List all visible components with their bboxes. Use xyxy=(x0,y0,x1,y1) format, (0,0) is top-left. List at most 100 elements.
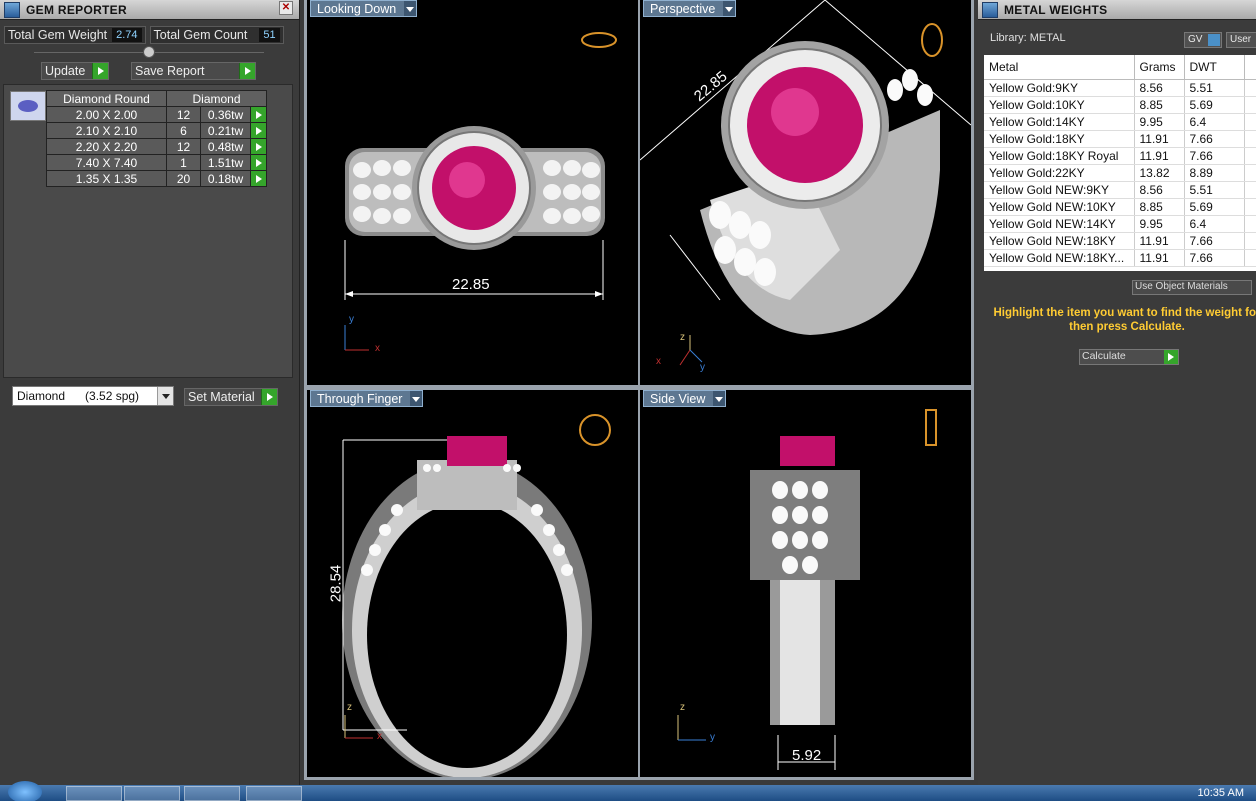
table-row[interactable]: Yellow Gold:9KY 8.56 5.51 xyxy=(984,79,1256,97)
metal-dwt: 8.89 xyxy=(1184,164,1245,182)
table-cell-empty xyxy=(1244,181,1256,199)
metal-name: Yellow Gold:22KY xyxy=(984,164,1135,182)
column-dwt[interactable]: DWT xyxy=(1184,55,1245,80)
table-row[interactable]: Yellow Gold:18KY Royal 11.91 7.66 xyxy=(984,147,1256,165)
calculate-button[interactable]: Calculate xyxy=(1079,349,1179,365)
table-row[interactable]: Yellow Gold NEW:18KY 11.91 7.66 xyxy=(984,232,1256,250)
use-object-materials-button[interactable]: Use Object Materials xyxy=(1132,280,1252,295)
chevron-down-icon[interactable] xyxy=(404,1,417,16)
tab-side-view[interactable]: Side View xyxy=(643,390,727,407)
table-cell-empty xyxy=(1244,249,1256,267)
gem-table-header: Diamond Round Diamond xyxy=(46,90,267,107)
gv-toggle[interactable]: GV xyxy=(1184,32,1222,48)
chevron-down-icon[interactable] xyxy=(723,1,736,16)
metal-grams: 9.95 xyxy=(1134,215,1185,233)
table-row[interactable]: Yellow Gold:18KY 11.91 7.66 xyxy=(984,130,1256,148)
play-icon[interactable] xyxy=(250,138,267,155)
tab-through-finger[interactable]: Through Finger xyxy=(310,390,424,407)
table-row[interactable]: Yellow Gold:22KY 13.82 8.89 xyxy=(984,164,1256,182)
taskbar-item-folder[interactable] xyxy=(124,786,180,801)
material-select-value: Diamond (3.52 spg) xyxy=(17,389,140,403)
viewport-grid: Looking Down 22.85 y x Perspective 22.85… xyxy=(304,0,974,780)
taskbar-item-app[interactable] xyxy=(184,786,240,801)
total-gem-weight-label: Total Gem Weight xyxy=(8,28,108,42)
metal-dwt: 7.66 xyxy=(1184,147,1245,165)
play-icon[interactable] xyxy=(250,122,267,139)
column-metal[interactable]: Metal xyxy=(984,55,1135,80)
viewport-perspective[interactable]: Perspective 22.85 x z y xyxy=(640,0,971,385)
table-row[interactable]: Yellow Gold NEW:14KY 9.95 6.4 xyxy=(984,215,1256,233)
axis-z-label: z xyxy=(347,702,352,713)
axis-y-label: y xyxy=(700,362,705,373)
gem-size: 2.20 X 2.20 xyxy=(46,138,167,155)
metal-table-header: Metal Grams DWT xyxy=(984,55,1256,80)
metal-name: Yellow Gold NEW:9KY xyxy=(984,181,1135,199)
save-report-button[interactable]: Save Report xyxy=(131,62,256,80)
table-row[interactable]: Yellow Gold NEW:18KY... 11.91 7.66 xyxy=(984,249,1256,267)
metal-grams: 11.91 xyxy=(1134,232,1185,250)
metal-dwt: 7.66 xyxy=(1184,130,1245,148)
viewport-looking-down[interactable]: Looking Down 22.85 y x xyxy=(307,0,638,385)
viewport-label: Side View xyxy=(650,392,706,406)
gem-reporter-title: GEM REPORTER xyxy=(26,2,127,17)
metal-table-container[interactable]: Metal Grams DWT Yellow Gold:9KY 8.56 5.51 … xyxy=(984,55,1256,271)
metal-dwt: 5.51 xyxy=(1184,181,1245,199)
tab-looking-down[interactable]: Looking Down xyxy=(310,0,418,17)
start-button[interactable] xyxy=(8,781,42,801)
table-row[interactable]: Yellow Gold NEW:9KY 8.56 5.51 xyxy=(984,181,1256,199)
gem-slider-handle[interactable] xyxy=(143,46,155,58)
axis-x-label: x xyxy=(375,343,380,354)
metal-weights-panel: METAL WEIGHTS Library: METAL GV User Met… xyxy=(978,0,1256,785)
table-row[interactable]: 7.40 X 7.40 1 1.51tw xyxy=(46,154,267,171)
user-library-button[interactable]: User xyxy=(1226,32,1256,48)
close-icon[interactable]: ✕ xyxy=(279,1,293,15)
dimension-width: 5.92 xyxy=(792,747,822,764)
metal-grams: 8.56 xyxy=(1134,181,1185,199)
gem-header-shape: Diamond Round xyxy=(46,90,167,107)
viewport-side-view[interactable]: Side View 5.92 z y xyxy=(640,390,971,777)
column-extra xyxy=(1244,55,1256,80)
table-cell-empty xyxy=(1244,113,1256,131)
gem-count: 6 xyxy=(166,122,201,139)
ring-finger-render xyxy=(342,414,611,777)
tab-perspective[interactable]: Perspective xyxy=(643,0,737,17)
table-row[interactable]: 1.35 X 1.35 20 0.18tw xyxy=(46,170,267,187)
play-icon[interactable] xyxy=(250,170,267,187)
chevron-down-icon[interactable] xyxy=(713,391,726,406)
table-row[interactable]: 2.10 X 2.10 6 0.21tw xyxy=(46,122,267,139)
table-cell-empty xyxy=(1244,198,1256,216)
update-button[interactable]: Update xyxy=(41,62,109,80)
table-row[interactable]: Yellow Gold:14KY 9.95 6.4 xyxy=(984,113,1256,131)
diamond-round-icon[interactable] xyxy=(10,91,46,121)
taskbar-item-browser[interactable] xyxy=(66,786,122,801)
table-row[interactable]: Yellow Gold NEW:10KY 8.85 5.69 xyxy=(984,198,1256,216)
calculate-hint: Highlight the item you want to find the … xyxy=(993,307,1256,333)
table-cell-empty xyxy=(1244,130,1256,148)
table-cell-empty xyxy=(1244,232,1256,250)
chevron-down-icon[interactable] xyxy=(157,387,173,405)
material-select[interactable]: Diamond (3.52 spg) xyxy=(12,386,174,406)
taskbar-item-active[interactable] xyxy=(246,786,302,801)
metal-dwt: 5.69 xyxy=(1184,198,1245,216)
set-material-button[interactable]: Set Material xyxy=(184,388,278,406)
ring-perspective-render xyxy=(640,0,971,366)
app-root: GEM REPORTER ✕ Total Gem Weight 2.74 Tot… xyxy=(0,0,1256,801)
gem-count: 12 xyxy=(166,138,201,155)
metal-grams: 9.95 xyxy=(1134,113,1185,131)
table-row[interactable]: 2.00 X 2.00 12 0.36tw xyxy=(46,106,267,123)
table-row[interactable]: Yellow Gold:10KY 8.85 5.69 xyxy=(984,96,1256,114)
gem-size: 2.10 X 2.10 xyxy=(46,122,167,139)
clock: 10:35 AM xyxy=(1197,787,1244,799)
play-icon xyxy=(261,389,277,405)
play-icon[interactable] xyxy=(250,154,267,171)
metal-name: Yellow Gold:18KY Royal xyxy=(984,147,1135,165)
gem-weight: 0.18tw xyxy=(200,170,251,187)
table-row[interactable]: 2.20 X 2.20 12 0.48tw xyxy=(46,138,267,155)
column-grams[interactable]: Grams xyxy=(1134,55,1185,80)
metal-name: Yellow Gold:14KY xyxy=(984,113,1135,131)
viewport-through-finger[interactable]: Through Finger 28.54 z x xyxy=(307,390,638,777)
chevron-down-icon[interactable] xyxy=(410,391,423,406)
play-icon[interactable] xyxy=(250,106,267,123)
gem-list-area: Diamond Round Diamond 2.00 X 2.00 12 0.3… xyxy=(3,84,293,378)
gem-weight: 1.51tw xyxy=(200,154,251,171)
